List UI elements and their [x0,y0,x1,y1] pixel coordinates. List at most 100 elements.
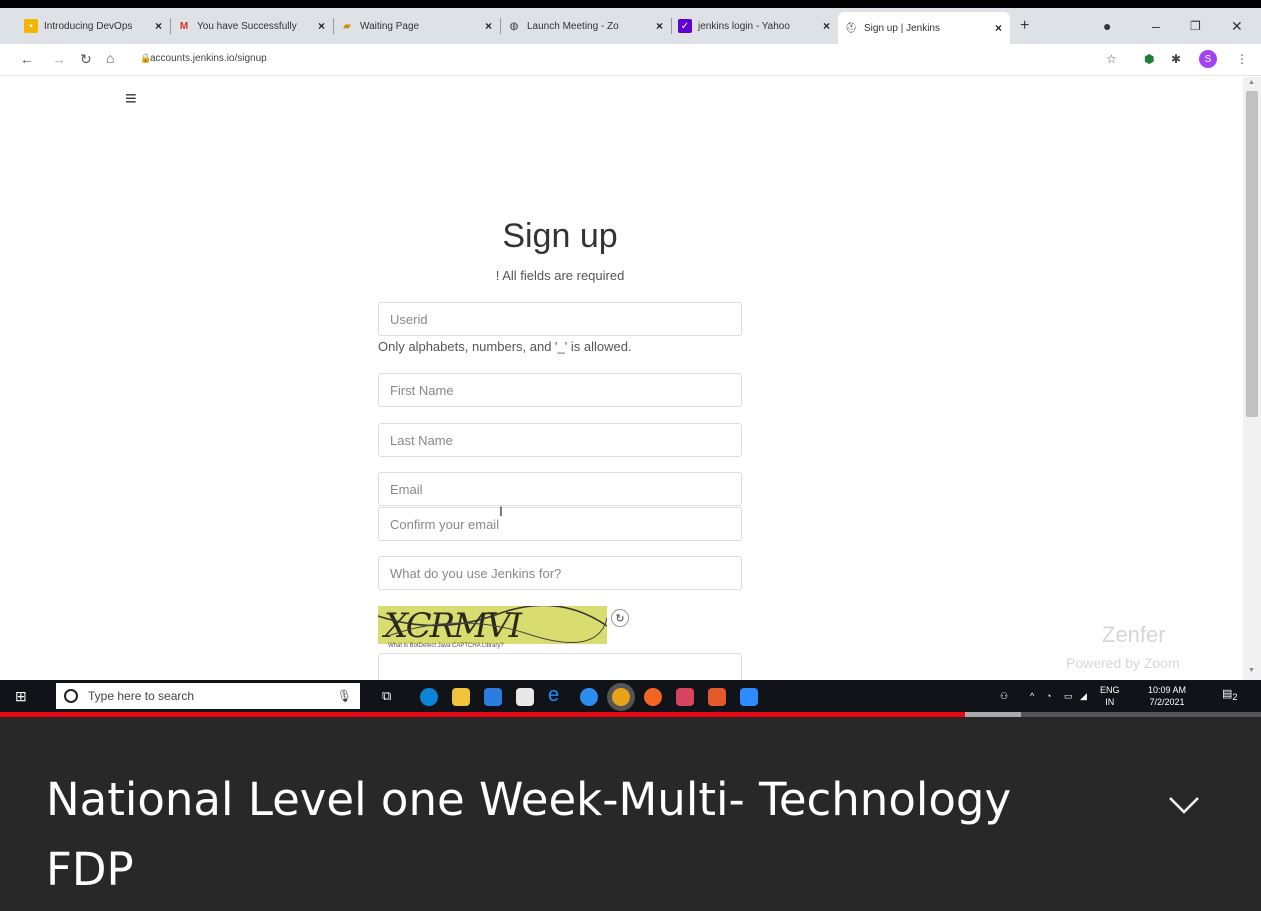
zoom-watermark: Powered by Zoom [1066,655,1180,671]
yahoo-icon: ✓ [678,19,692,33]
captcha-input[interactable] [378,653,742,680]
tab-yahoo[interactable]: ✓ jenkins login - Yahoo × [672,12,838,40]
reload-icon[interactable]: ↻ [80,51,92,68]
tab-waiting-page[interactable]: ▰ Waiting Page × [334,12,500,40]
jenkins-icon: ⛑ [844,22,858,34]
close-icon[interactable]: × [318,19,325,33]
lang-bottom: IN [1105,697,1115,707]
address-bar: ← → ↻ ⌂ 🔒 accounts.jenkins.io/signup ☆ ⬢… [0,44,1261,76]
back-icon[interactable]: ← [20,51,34,67]
tab-sign-up-jenkins[interactable]: ⛑ Sign up | Jenkins × [838,12,1010,44]
close-icon[interactable]: × [155,19,162,33]
folder-icon: ▰ [343,20,351,32]
home-icon[interactable]: ⌂ [106,50,114,66]
globe-icon: ◍ [509,20,519,32]
text-cursor-icon: I [499,503,503,519]
window-close-icon[interactable]: ✕ [1231,8,1243,44]
userid-hint: Only alphabets, numbers, and '_' is allo… [378,339,632,354]
notification-count: 2 [1232,692,1238,703]
tab-label: You have Successfully [197,20,297,32]
paint-icon[interactable] [676,688,694,706]
chrome-icon[interactable] [612,688,630,706]
edge-icon[interactable] [420,688,438,706]
tray-chevron-icon[interactable]: ^ [1030,690,1034,702]
microphone-icon[interactable]: 🎙 [337,689,352,703]
tab-launch-meeting[interactable]: ◍ Launch Meeting - Zo × [501,12,671,40]
confirm-email-input[interactable] [378,507,742,541]
date: 7/2/2021 [1149,697,1185,707]
tab-label: Sign up | Jenkins [864,22,940,34]
bookmark-star-icon[interactable]: ☆ [1106,52,1117,66]
language-indicator[interactable]: ENG IN [1100,684,1120,708]
minimize-icon[interactable]: – [1152,8,1160,44]
scroll-thumb[interactable] [1246,91,1258,417]
chevron-down-icon[interactable] [1166,787,1202,823]
close-icon[interactable]: × [656,19,663,33]
task-view-icon[interactable]: ⧉ [382,688,400,706]
gmail-icon: M [179,20,189,32]
jenkins-usage-input[interactable] [378,556,742,590]
slides-icon: ▪ [24,19,38,33]
top-black-bar [0,0,1261,8]
app-orange-icon[interactable] [644,688,662,706]
volume-icon[interactable]: ◢ [1080,690,1087,702]
tab-label: Introducing DevOps [44,20,133,32]
tab-label: Launch Meeting - Zo [527,20,619,32]
taskbar-search-placeholder: Type here to search [88,689,195,703]
zoom-icon[interactable] [740,688,758,706]
notification-icon[interactable]: ▤2 [1222,688,1238,703]
extensions-icon[interactable]: ✱ [1171,52,1181,66]
captcha-image: XCRMVI [378,606,607,644]
required-note: ! All fields are required [495,268,625,283]
email-input[interactable] [378,472,742,506]
brand-watermark: Zenfer [1102,622,1166,647]
network-icon[interactable]: ◔ [1046,690,1051,702]
windows-taskbar: ⊞ Type here to search 🎙 ⧉ e ⚇ ^ ◔ ▭ ◢ EN… [0,680,1261,712]
store-icon[interactable] [516,688,534,706]
tab-label: Waiting Page [360,20,420,32]
new-tab-icon[interactable]: + [1020,17,1029,35]
captcha-noise [378,606,607,644]
hamburger-menu-icon[interactable]: ≡ [125,89,137,109]
cortana-icon [64,689,78,703]
close-icon[interactable]: × [995,21,1002,35]
powerpoint-icon[interactable] [708,688,726,706]
video-title: National Level one Week-Multi- Technolog… [46,773,1012,896]
captcha-info-link[interactable]: What is BotDetect Java CAPTCHA Library? [388,643,504,649]
battery-icon[interactable]: ▭ [1064,690,1073,702]
scroll-down-icon[interactable]: ▼ [1248,667,1255,674]
menu-dots-icon[interactable]: ⋮ [1236,52,1248,66]
restore-icon[interactable]: ❐ [1190,8,1201,44]
last-name-input[interactable] [378,423,742,457]
tab-label: jenkins login - Yahoo [698,20,790,32]
time: 10:09 AM [1147,685,1187,695]
forward-icon[interactable]: → [52,51,66,67]
lang-top: ENG [1100,685,1120,695]
app-blue-icon[interactable] [580,688,598,706]
video-info-panel: National Level one Week-Multi- Technolog… [0,717,1261,911]
captcha-reload-icon[interactable]: ↻ [611,609,629,627]
tab-strip: ▪ Introducing DevOps × M You have Succes… [0,8,1261,44]
mail-icon[interactable] [484,688,502,706]
profile-avatar[interactable]: S [1199,50,1217,68]
scroll-up-icon[interactable]: ▲ [1248,79,1255,86]
url-field[interactable]: accounts.jenkins.io/signup [150,53,267,64]
windows-start-icon[interactable]: ⊞ [15,688,27,705]
signup-page: ≡ Sign up ! All fields are required Only… [0,77,1243,680]
tab-introducing-devops[interactable]: ▪ Introducing DevOps × [18,12,170,40]
close-icon[interactable]: × [823,19,830,33]
userid-input[interactable] [378,302,742,336]
people-icon[interactable]: ⚇ [1000,690,1008,702]
screen: ▪ Introducing DevOps × M You have Succes… [0,0,1261,911]
shield-icon[interactable]: ⬢ [1144,52,1154,66]
page-title: Sign up [502,217,618,255]
clock[interactable]: 10:09 AM 7/2/2021 [1132,684,1202,708]
record-icon[interactable]: ● [1103,8,1111,44]
taskbar-search[interactable]: Type here to search 🎙 [56,683,360,709]
page-scrollbar[interactable]: ▲ ▼ [1243,77,1261,680]
close-icon[interactable]: × [485,19,492,33]
first-name-input[interactable] [378,373,742,407]
file-explorer-icon[interactable] [452,688,470,706]
tab-gmail[interactable]: M You have Successfully × [171,12,333,40]
internet-explorer-icon[interactable]: e [548,684,566,706]
